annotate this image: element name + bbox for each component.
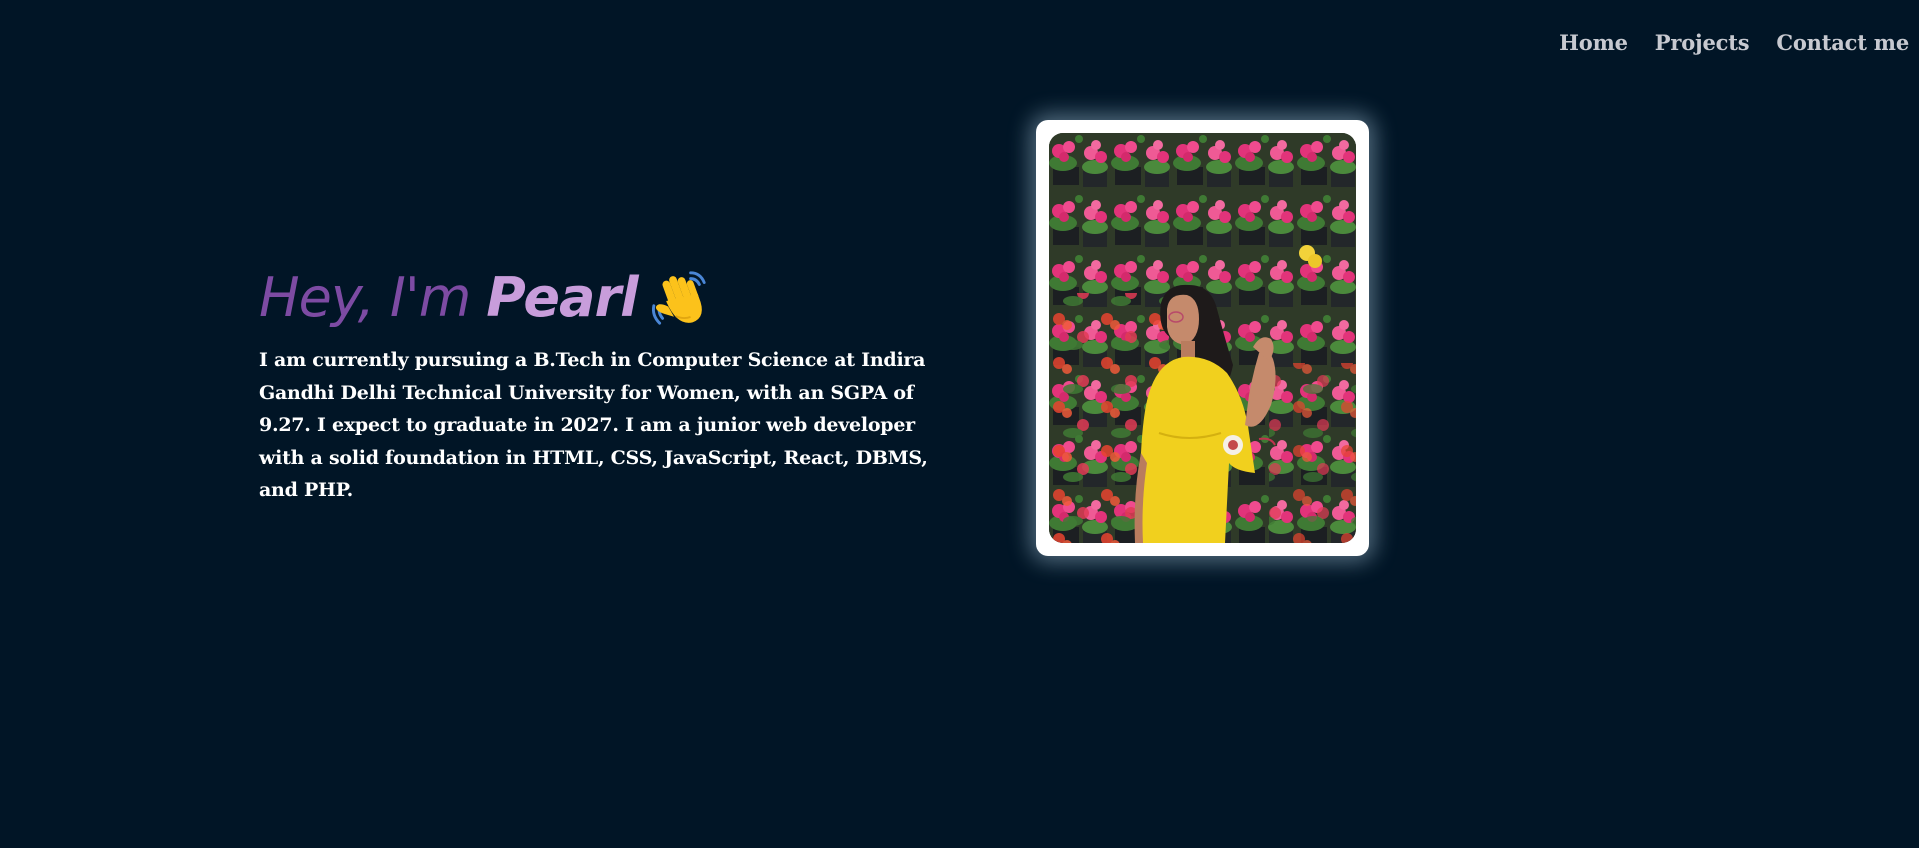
waving-hand-icon xyxy=(648,267,710,329)
top-nav: Home Projects Contact me xyxy=(1559,30,1909,55)
nav-contact-link[interactable]: Contact me xyxy=(1776,30,1909,55)
profile-photo xyxy=(1049,133,1356,543)
nav-projects-link[interactable]: Projects xyxy=(1655,30,1750,55)
bio-paragraph: I am currently pursuing a B.Tech in Comp… xyxy=(259,349,928,501)
greeting-name: Pearl xyxy=(486,266,638,329)
hero-section: Hey, I'm Pearl I am currently pursuing a… xyxy=(259,262,939,507)
greeting-heading: Hey, I'm Pearl xyxy=(259,262,939,334)
greeting-prefix: Hey, I'm xyxy=(259,266,471,329)
nav-home-link[interactable]: Home xyxy=(1559,30,1628,55)
profile-photo-frame xyxy=(1036,120,1369,556)
